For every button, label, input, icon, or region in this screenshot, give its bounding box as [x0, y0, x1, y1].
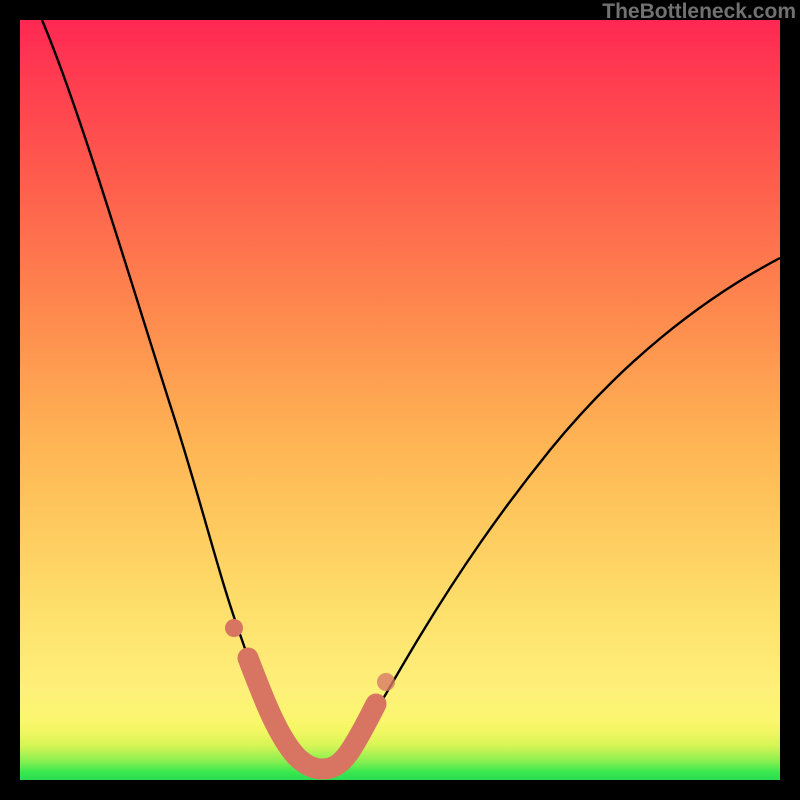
chart-svg	[20, 20, 780, 780]
highlight-start-dot	[225, 619, 243, 637]
highlight-end-dot	[377, 673, 395, 691]
frame: TheBottleneck.com	[0, 0, 800, 800]
bottleneck-curve	[42, 20, 780, 770]
plot-area	[20, 20, 780, 780]
highlight-band	[248, 658, 376, 769]
